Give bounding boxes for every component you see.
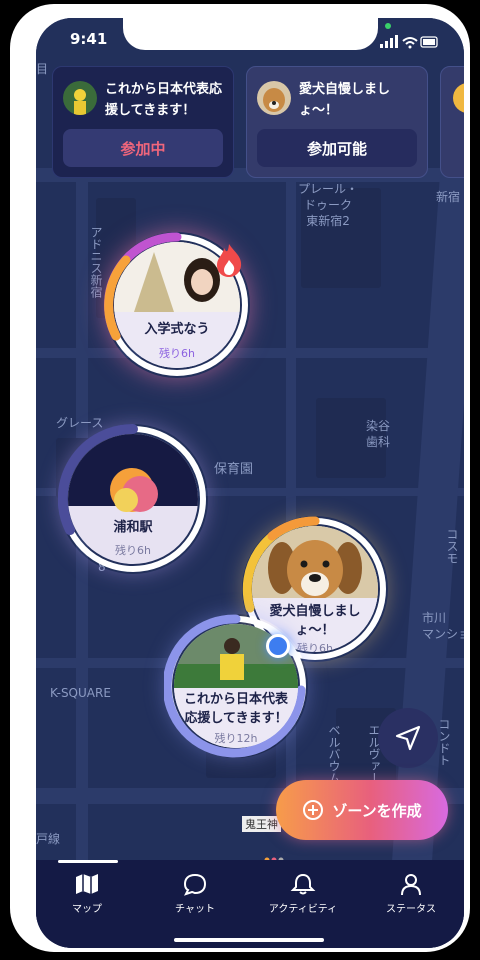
send-arrow-icon xyxy=(395,725,421,751)
zone-card-soccer[interactable]: これから日本代表応援してきます！ 参加中 xyxy=(52,66,234,178)
joined-button[interactable]: 参加中 xyxy=(63,129,223,167)
zone-title: これから日本代表応援してきます！ xyxy=(183,692,288,726)
map-label-adonis: アドニス新宿 xyxy=(89,226,103,298)
map-icon xyxy=(76,874,98,894)
tab-label: ステータス xyxy=(386,904,436,915)
map-label-kosumo: コスモ xyxy=(445,528,459,564)
chat-bubble-icon xyxy=(183,873,207,896)
create-zone-button[interactable]: ゾーンを作成 xyxy=(276,780,448,840)
map-label-kotto: コンドト xyxy=(437,718,451,766)
map-label-somegaya: 染谷 歯科 xyxy=(366,419,391,449)
map-label-oni: 鬼王神 xyxy=(242,816,281,832)
join-available-button[interactable]: 参加可能 xyxy=(257,129,417,167)
home-indicator xyxy=(174,938,324,942)
card-title: これから日本代表応援してきます！ xyxy=(105,82,223,118)
map-label-shinjuku: 新宿 xyxy=(436,190,461,204)
status-time: 9:41 xyxy=(70,30,108,48)
plus-circle-icon xyxy=(303,800,324,820)
card-avatar-soccer xyxy=(63,81,97,115)
card-title: 愛犬自慢しましょ〜！ xyxy=(299,82,391,118)
status-icons xyxy=(380,34,440,49)
signal-wifi-battery-icon xyxy=(380,35,438,49)
map-label-ichikawa: 市川 マンション xyxy=(422,611,464,641)
card-avatar-partial xyxy=(453,83,464,113)
active-tab-indicator xyxy=(58,860,118,863)
zone-urawa[interactable]: 浦和駅 残り6h xyxy=(58,424,208,574)
zone-card-dog[interactable]: 愛犬自慢しましょ〜！ 参加可能 xyxy=(246,66,428,178)
bell-icon xyxy=(290,873,316,895)
zone-inner: 浦和駅 残り6h xyxy=(68,434,198,564)
card-avatar-dog xyxy=(257,81,291,115)
zone-title: 浦和駅 xyxy=(113,520,153,535)
zone-title: 入学式なう xyxy=(144,322,210,337)
person-icon xyxy=(401,874,421,896)
map-label-k-square: K-SQUARE xyxy=(50,686,111,700)
fire-icon xyxy=(214,242,244,278)
page-indicator xyxy=(264,848,284,863)
zone-time-left: 残り6h xyxy=(159,347,195,360)
notch xyxy=(123,18,378,50)
locate-button[interactable] xyxy=(378,708,438,768)
tab-label: マップ xyxy=(72,904,102,915)
current-location-dot xyxy=(266,634,290,658)
tab-bar: マップ チャット アクティビティ ステータス xyxy=(36,860,464,948)
zone-card-carousel[interactable]: これから日本代表応援してきます！ 参加中 愛犬自慢しましょ〜！ 参加可能 xyxy=(52,66,464,178)
tab-chat[interactable]: チャット xyxy=(150,872,240,915)
map-label-hoikuen: 保育園 xyxy=(214,462,254,477)
phone-frame: 目 新宿 プレール・ ドゥーク 東新宿2 アドニス新宿 グレース 保育園 染谷 … xyxy=(10,4,470,952)
app-screen: 目 新宿 プレール・ ドゥーク 東新宿2 アドニス新宿 グレース 保育園 染谷 … xyxy=(36,18,464,948)
map-label-line: 戸線 xyxy=(36,832,61,846)
tab-status[interactable]: ステータス xyxy=(366,872,456,915)
tab-map[interactable]: マップ xyxy=(42,872,132,915)
create-zone-label: ゾーンを作成 xyxy=(332,801,422,820)
camera-indicator xyxy=(385,23,391,29)
zone-time-left: 残り6h xyxy=(115,544,151,557)
tab-activity[interactable]: アクティビティ xyxy=(258,872,348,915)
tab-label: アクティビティ xyxy=(268,904,338,915)
tab-label: チャット xyxy=(175,904,215,915)
zone-time-left: 残り12h xyxy=(214,732,258,745)
zone-card-partial[interactable] xyxy=(440,66,464,178)
map-label-me: 目 xyxy=(36,62,49,76)
map-label-purele: プレール・ ドゥーク 東新宿2 xyxy=(298,182,359,228)
zone-soccer[interactable]: これから日本代表応援してきます！ 残り12h xyxy=(164,614,308,758)
map-label-beruvaum: ベルバウム xyxy=(327,724,341,784)
zone-nyugaku[interactable]: 入学式なう 残り6h xyxy=(104,232,250,378)
